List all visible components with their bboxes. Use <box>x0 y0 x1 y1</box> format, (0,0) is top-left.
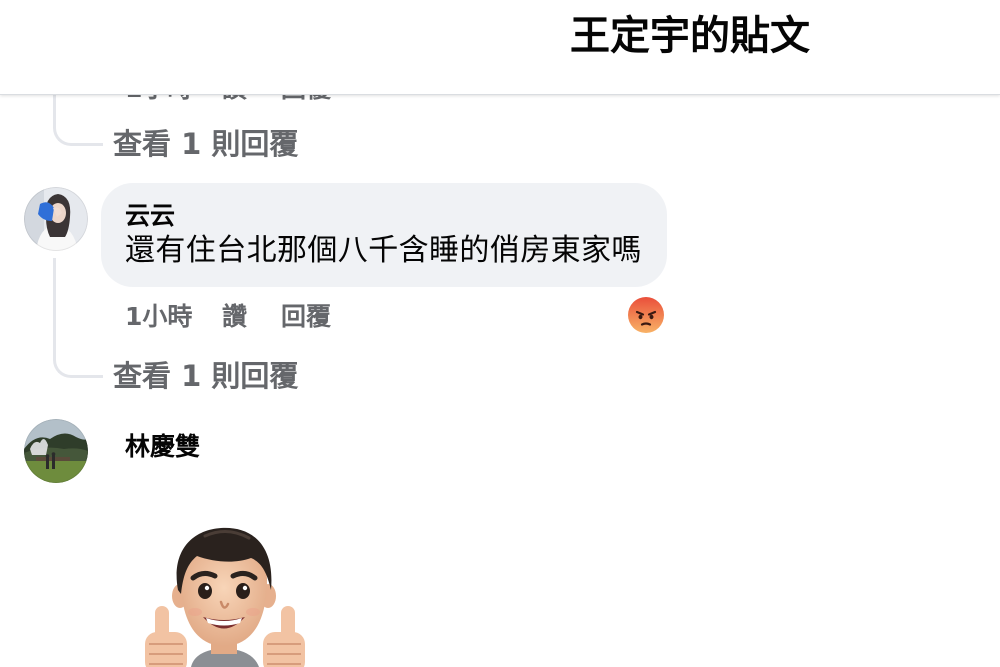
comment-author[interactable]: 林慶雙 <box>125 432 200 462</box>
top-bar: 王定宇的貼文 <box>0 0 1000 95</box>
comment-time[interactable]: 1小時 <box>125 302 192 332</box>
like-button[interactable]: 讚 <box>222 302 247 332</box>
comment-author[interactable]: 云云 <box>125 201 175 231</box>
view-replies-link[interactable]: 查看 1 則回覆 <box>113 359 298 393</box>
thumbs-up-sticker-icon <box>135 522 315 667</box>
page-title: 王定宇的貼文 <box>570 13 810 59</box>
reply-button[interactable]: 回覆 <box>281 302 331 332</box>
avatar[interactable] <box>24 419 88 483</box>
comment-bubble: 云云 還有住台北那個八千含睡的俏房東家嗎 <box>101 183 667 287</box>
angry-reaction-icon[interactable] <box>628 297 664 333</box>
avatar[interactable] <box>24 187 88 251</box>
comment-text: 還有住台北那個八千含睡的俏房東家嗎 <box>125 233 642 268</box>
view-replies-link[interactable]: 查看 1 則回覆 <box>113 127 298 161</box>
reply-thread-connector <box>53 258 103 378</box>
